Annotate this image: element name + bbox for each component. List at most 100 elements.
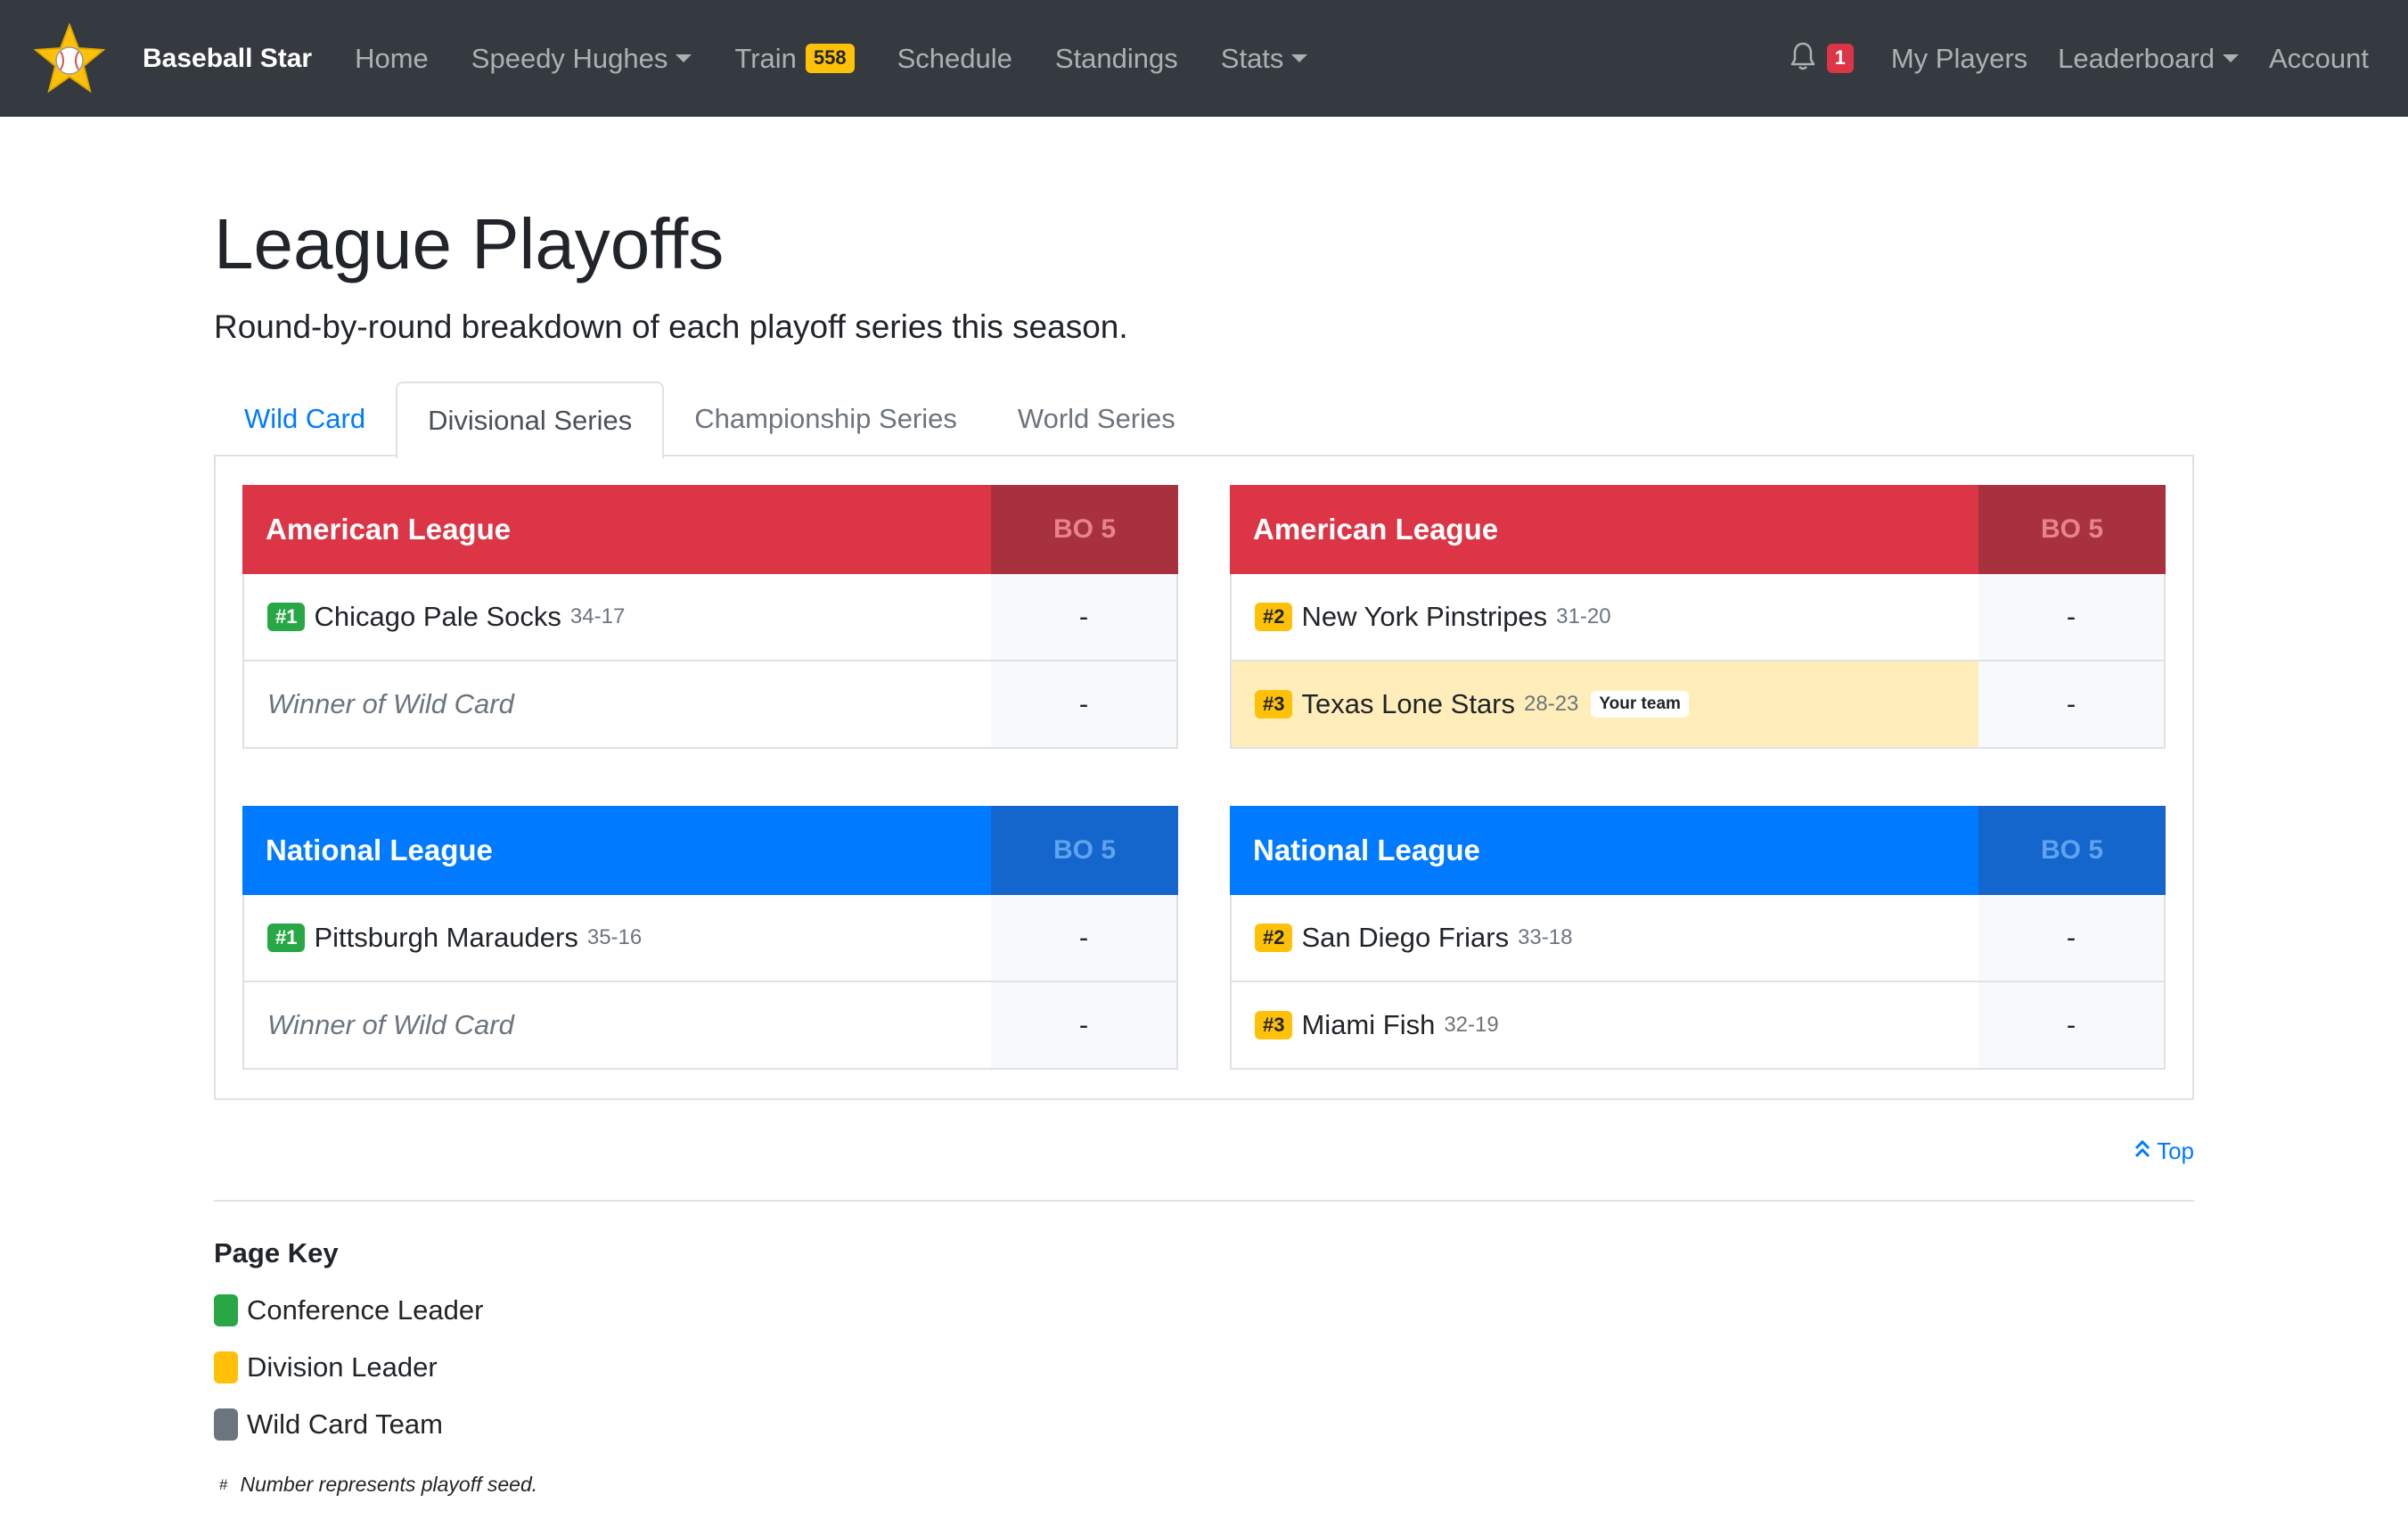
notifications-button[interactable]: 1 (1790, 41, 1854, 76)
baseball-star-logo-icon (33, 21, 106, 94)
team-name[interactable]: Miami Fish (1301, 1009, 1435, 1041)
caret-down-icon (1291, 54, 1308, 62)
series-card: American League BO 5 #1 Chicago Pale Soc… (242, 485, 1178, 749)
team-name[interactable]: New York Pinstripes (1301, 601, 1547, 633)
series-header: National League BO 5 (1230, 806, 2166, 895)
team-record: 28-23 (1524, 692, 1579, 716)
series-header: National League BO 5 (242, 806, 1178, 895)
tab-divisional-series[interactable]: Divisional Series (396, 382, 665, 458)
series-header: American League BO 5 (242, 485, 1178, 574)
bell-icon (1790, 41, 1816, 76)
seed-badge: #1 (267, 602, 306, 632)
key-label: Conference Leader (247, 1294, 484, 1326)
team-record: 31-20 (1556, 604, 1611, 628)
hash-symbol: # (219, 1475, 228, 1493)
series-header: American League BO 5 (1230, 485, 2166, 574)
nav-standings-label: Standings (1054, 42, 1178, 74)
team-name[interactable]: Pittsburgh Marauders (314, 922, 577, 954)
key-item-division-leader: Division Leader (214, 1351, 438, 1384)
team-row: Winner of Wild Card - (242, 982, 1178, 1070)
key-label: Wild Card Team (247, 1408, 443, 1440)
nav-standings[interactable]: Standings (1055, 43, 1178, 75)
double-chevron-up-icon (2134, 1137, 2151, 1165)
series-wins: - (1978, 574, 2164, 660)
nav-home-label: Home (355, 42, 429, 74)
notification-count-badge: 1 (1826, 44, 1854, 73)
series-format: BO 5 (1978, 485, 2166, 574)
nav-stats-dropdown[interactable]: Stats (1221, 43, 1308, 75)
seed-footnote: # Number represents playoff seed. (219, 1473, 537, 1497)
nav-schedule-label: Schedule (897, 42, 1012, 74)
series-wins: - (991, 982, 1176, 1068)
league-name: National League (242, 806, 991, 895)
key-item-wild-card-team: Wild Card Team (214, 1408, 443, 1441)
footnote-text: Number represents playoff seed. (240, 1473, 538, 1496)
nav-train[interactable]: Train 558 (734, 42, 855, 75)
divider (214, 1200, 2194, 1202)
team-row: Winner of Wild Card - (242, 661, 1178, 749)
series-format: BO 5 (991, 806, 1178, 895)
back-to-top-link[interactable]: Top (2134, 1137, 2194, 1165)
tab-championship-series[interactable]: Championship Series (664, 382, 987, 456)
team-record: 32-19 (1444, 1013, 1499, 1037)
nav-stats-label: Stats (1220, 42, 1284, 74)
seed-badge: #3 (1255, 689, 1293, 719)
yellow-swatch (214, 1351, 238, 1384)
nav-account-label: Account (2268, 42, 2369, 74)
brand[interactable]: Baseball Star (33, 21, 313, 94)
series-wins: - (1978, 895, 2164, 981)
series-wins: - (1978, 661, 2164, 747)
key-item-conference-leader: Conference Leader (214, 1294, 483, 1326)
series-format: BO 5 (991, 485, 1178, 574)
key-label: Division Leader (247, 1351, 438, 1383)
divisional-series-panel: American League BO 5 #1 Chicago Pale Soc… (214, 455, 2194, 1100)
train-count-badge: 558 (805, 44, 855, 73)
series-card: National League BO 5 #2 San Diego Friars… (1230, 806, 2166, 1070)
team-name[interactable]: San Diego Friars (1301, 922, 1509, 954)
caret-down-icon (676, 54, 692, 62)
team-row: #2 San Diego Friars 33-18 - (1230, 895, 2166, 982)
nav-leaderboard-dropdown[interactable]: Leaderboard (2058, 43, 2239, 75)
seed-badge: #2 (1255, 602, 1293, 632)
nav-leaderboard-label: Leaderboard (2058, 42, 2215, 74)
gray-swatch (214, 1408, 238, 1441)
green-swatch (214, 1294, 238, 1326)
series-wins: - (1978, 982, 2164, 1068)
team-row: #1 Chicago Pale Socks 34-17 - (242, 574, 1178, 661)
brand-name: Baseball Star (143, 43, 313, 73)
round-tabs: Wild Card Divisional Series Championship… (214, 382, 1206, 458)
team-record: 33-18 (1518, 925, 1573, 949)
team-placeholder: Winner of Wild Card (267, 1009, 514, 1040)
top-navbar: Baseball Star Home Speedy Hughes Train 55… (0, 0, 2408, 117)
nav-player-dropdown[interactable]: Speedy Hughes (471, 43, 692, 75)
nav-my-players[interactable]: My Players (1891, 43, 2027, 75)
series-wins: - (991, 574, 1176, 660)
nav-my-players-label: My Players (1890, 42, 2028, 74)
team-row: #3 Miami Fish 32-19 - (1230, 982, 2166, 1070)
series-wins: - (991, 661, 1176, 747)
nav-schedule[interactable]: Schedule (897, 43, 1012, 75)
seed-badge: #2 (1255, 923, 1293, 953)
tab-world-series[interactable]: World Series (987, 382, 1206, 456)
back-to-top-label: Top (2157, 1137, 2194, 1164)
team-row: #1 Pittsburgh Marauders 35-16 - (242, 895, 1178, 982)
page-key-title: Page Key (214, 1237, 339, 1269)
league-name: American League (1230, 485, 1978, 574)
your-team-badge: Your team (1591, 691, 1689, 718)
team-name[interactable]: Texas Lone Stars (1301, 688, 1515, 720)
seed-badge: #1 (267, 923, 306, 953)
nav-player-label: Speedy Hughes (471, 42, 668, 74)
team-name[interactable]: Chicago Pale Socks (314, 601, 561, 633)
caret-down-icon (2222, 54, 2239, 62)
league-name: American League (242, 485, 991, 574)
league-name: National League (1230, 806, 1978, 895)
series-card: National League BO 5 #1 Pittsburgh Marau… (242, 806, 1178, 1070)
team-row-your-team: #3 Texas Lone Stars 28-23 Your team - (1230, 661, 2166, 749)
tab-wild-card[interactable]: Wild Card (214, 382, 396, 456)
team-row: #2 New York Pinstripes 31-20 - (1230, 574, 2166, 661)
nav-home[interactable]: Home (355, 43, 429, 75)
nav-account[interactable]: Account (2269, 43, 2369, 75)
series-format: BO 5 (1978, 806, 2166, 895)
nav-train-label: Train (734, 42, 797, 74)
series-wins: - (991, 895, 1176, 981)
